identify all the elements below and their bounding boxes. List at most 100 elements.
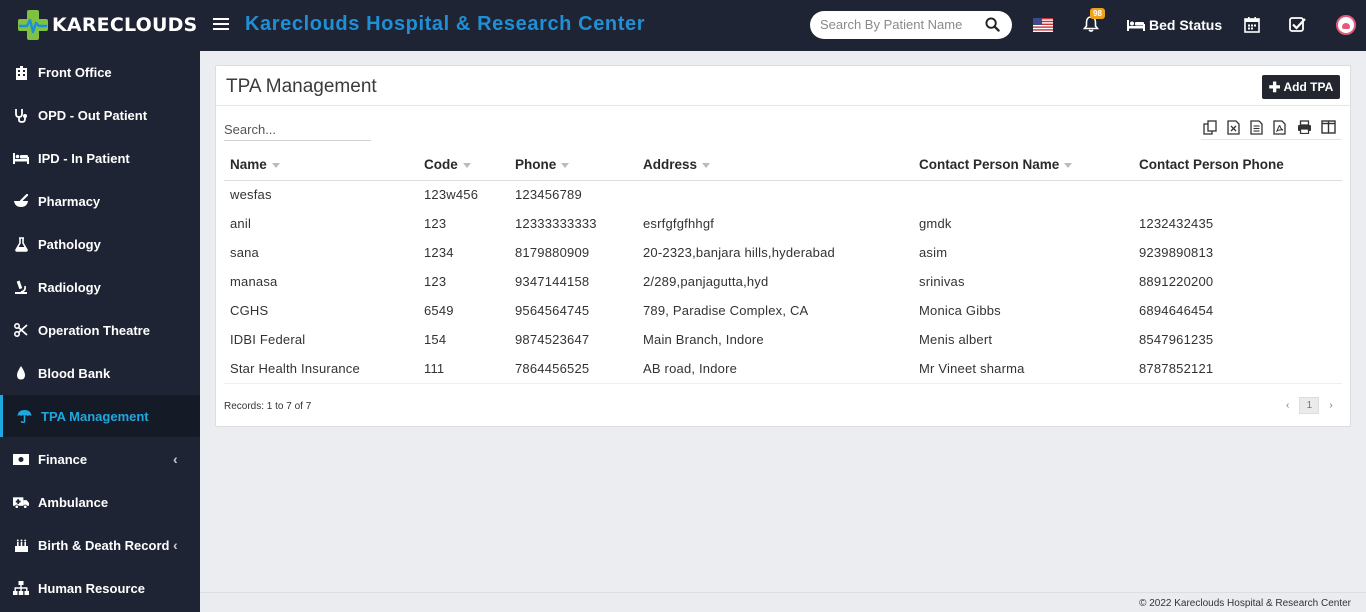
tpa-table: Name Code Phone Address Contact Person N…: [224, 150, 1342, 384]
chevron-left-icon: ‹: [173, 451, 178, 467]
sidebar-item-label: Ambulance: [38, 494, 109, 510]
records-info: Records: 1 to 7 of 7: [224, 401, 312, 412]
sidebar-item-label: IPD - In Patient: [38, 150, 130, 166]
cell-code: 123: [424, 274, 447, 289]
cell-contact-phone: 1232432435: [1139, 216, 1214, 231]
sidebar-item-pathology[interactable]: Pathology: [0, 223, 200, 265]
cell-contact-name: Monica Gibbs: [919, 303, 1001, 318]
sort-icon: [271, 163, 280, 169]
sidebar-item-label: Operation Theatre: [38, 322, 150, 338]
copy-icon[interactable]: [1203, 120, 1219, 136]
plus-icon: ✚: [1268, 78, 1281, 95]
print-icon[interactable]: [1297, 120, 1313, 136]
umbrella-icon: [16, 408, 32, 424]
sidebar-item-label: OPD - Out Patient: [38, 107, 148, 123]
menu-toggle-icon[interactable]: [213, 16, 229, 32]
sidebar-item-human-resource[interactable]: Human Resource: [0, 567, 200, 609]
cell-phone: 8179880909: [515, 245, 590, 260]
cell-address: AB road, Indore: [637, 354, 913, 384]
cell-name: CGHS: [230, 303, 269, 318]
sidebar-item-operation-theatre[interactable]: Operation Theatre: [0, 309, 200, 351]
prev-page-icon[interactable]: ‹: [1286, 400, 1289, 411]
cell-code: 111: [418, 354, 509, 384]
copyright-text: © 2022 Kareclouds Hospital & Research Ce…: [1139, 598, 1351, 609]
cell-name: sana: [230, 245, 259, 260]
cell-contact-phone: 6894646454: [1139, 303, 1214, 318]
sidebar-item-radiology[interactable]: Radiology: [0, 266, 200, 308]
sidebar-item-label: TPA Management: [41, 408, 149, 424]
sidebar-item-finance[interactable]: Finance ‹: [0, 438, 200, 480]
excel-icon[interactable]: [1227, 120, 1243, 136]
cell-contact-name: srinivas: [919, 274, 965, 289]
cell-name: IDBI Federal: [230, 332, 306, 347]
table-row: IDBI Federal 154 9874523647 Main Branch,…: [224, 325, 1342, 354]
sidebar-item-label: Birth & Death Record: [38, 537, 170, 553]
user-avatar[interactable]: [1336, 15, 1356, 35]
chevron-left-icon: ‹: [173, 537, 178, 553]
cell-address: 2/289,panjagutta,hyd: [643, 274, 769, 289]
column-header-contact-person-phone[interactable]: Contact Person Phone: [1133, 150, 1342, 181]
sidebar-item-pharmacy[interactable]: Pharmacy: [0, 180, 200, 222]
cell-code: 1234: [424, 245, 454, 260]
sidebar-item-ipd[interactable]: IPD - In Patient: [0, 137, 200, 179]
cell-code: 123w456: [424, 187, 479, 203]
patient-search-box: [810, 11, 1012, 39]
notification-count-badge: 98: [1090, 8, 1105, 19]
table-export-toolbar: [1201, 118, 1342, 140]
app-title: Kareclouds Hospital & Research Center: [245, 13, 646, 35]
sidebar-item-birth-death-record[interactable]: Birth & Death Record ‹: [0, 524, 200, 566]
table-row: manasa 123 9347144158 2/289,panjagutta,h…: [224, 267, 1342, 296]
search-icon[interactable]: [985, 17, 1000, 37]
task-check-icon[interactable]: [1289, 16, 1306, 38]
page-button-current[interactable]: 1: [1299, 396, 1320, 414]
cell-contact-phone: 9239890813: [1139, 245, 1214, 260]
table-search-input[interactable]: [224, 119, 371, 141]
sidebar-item-label: Human Resource: [38, 580, 145, 596]
bed-icon: [1127, 20, 1145, 31]
tint-icon: [13, 365, 29, 381]
sidebar-item-label: Pharmacy: [38, 193, 101, 209]
sidebar-item-tpa-management[interactable]: TPA Management: [0, 395, 200, 437]
add-tpa-label: Add TPA: [1283, 80, 1334, 94]
money-icon: [13, 451, 29, 467]
cell-phone: 123456789: [515, 187, 582, 203]
table-row: wesfas 123w456 123456789: [224, 180, 1342, 209]
pdf-icon[interactable]: [1273, 120, 1289, 136]
cell-address: [637, 180, 913, 209]
column-header-code[interactable]: Code: [418, 150, 509, 181]
logo-cross-icon: [16, 8, 50, 42]
cell-contact-name: asim: [919, 245, 948, 260]
cell-name: manasa: [230, 274, 278, 289]
column-header-name[interactable]: Name: [224, 150, 418, 181]
us-flag-icon[interactable]: [1033, 18, 1053, 32]
next-page-icon[interactable]: ›: [1329, 400, 1332, 411]
bed-status-button[interactable]: Bed Status: [1127, 16, 1222, 34]
cell-contact-phone: 8891220200: [1139, 274, 1214, 289]
table-row: sana 1234 8179880909 20-2323,banjara hil…: [224, 238, 1342, 267]
logo[interactable]: KARECLOUDS: [16, 8, 197, 42]
columns-icon[interactable]: [1321, 120, 1337, 136]
table-row: Star Health Insurance 111 7864456525 AB …: [224, 354, 1342, 384]
patient-search-input[interactable]: [820, 17, 980, 32]
cell-address: 20-2323,banjara hills,hyderabad: [643, 245, 835, 260]
column-header-phone[interactable]: Phone: [509, 150, 637, 181]
column-header-contact-person-name[interactable]: Contact Person Name: [913, 150, 1133, 181]
sidebar-item-blood-bank[interactable]: Blood Bank: [0, 352, 200, 394]
add-tpa-button[interactable]: ✚ Add TPA: [1262, 75, 1340, 99]
calendar-icon[interactable]: [1244, 16, 1260, 38]
sort-icon: [1064, 163, 1073, 169]
cell-contact-name: Menis albert: [919, 332, 993, 347]
csv-icon[interactable]: [1250, 120, 1266, 136]
column-header-address[interactable]: Address: [637, 150, 913, 181]
sidebar: Front Office OPD - Out Patient IPD - In …: [0, 51, 200, 612]
sidebar-item-ambulance[interactable]: Ambulance: [0, 481, 200, 523]
cell-contact-name: gmdk: [919, 216, 952, 231]
cell-name: wesfas: [230, 187, 272, 203]
sidebar-item-label: Blood Bank: [38, 365, 111, 381]
cell-contact-phone: 8547961235: [1139, 332, 1214, 347]
panel-header: TPA Management ✚ Add TPA: [216, 66, 1350, 106]
sidebar-item-opd[interactable]: OPD - Out Patient: [0, 94, 200, 136]
sitemap-icon: [13, 580, 29, 596]
sidebar-item-front-office[interactable]: Front Office: [0, 51, 200, 93]
cell-code: 154: [424, 332, 447, 347]
